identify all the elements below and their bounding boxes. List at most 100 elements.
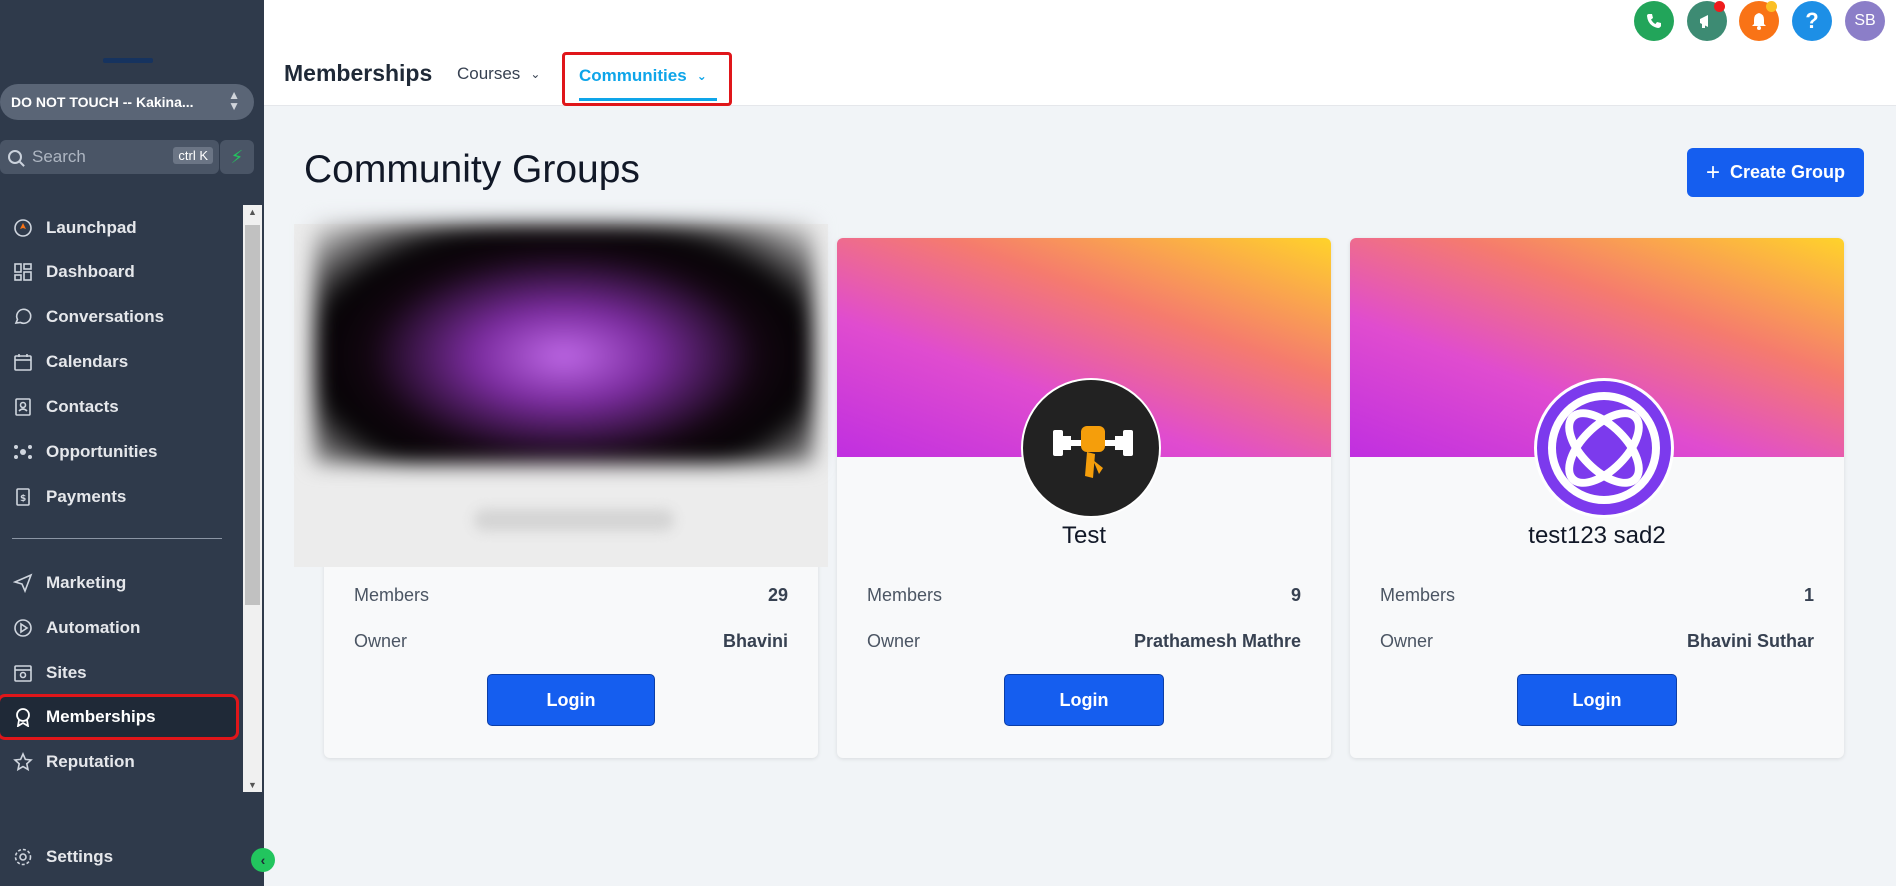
login-label: Login [1572,689,1622,710]
active-tab-indicator [579,98,717,101]
group-avatar [1534,378,1674,518]
create-group-button[interactable]: + Create Group [1687,148,1864,197]
members-label: Members [354,585,430,605]
sidebar-item-automation[interactable]: Automation [0,608,238,648]
sidebar-item-marketing[interactable]: Marketing [0,563,238,603]
sidebar: DO NOT TOUCH -- Kakina... ▲ ▼ Search ctrl… [0,0,275,886]
sidebar-item-sites[interactable]: Sites [0,653,238,693]
dumbbell-fist-icon [1053,426,1133,478]
orbit-logo-icon [1548,392,1660,504]
sidebar-item-label: Launchpad [46,218,137,237]
bell-icon[interactable] [1739,1,1779,41]
community-card: Test Members 9 Owner Prathamesh Mathre L… [837,238,1331,758]
members-row: Members 29 [354,585,788,606]
tab-courses[interactable]: Courses ⌄ [457,64,540,84]
search-input[interactable]: Search ctrl K [0,140,219,174]
scroll-up-icon[interactable]: ▲ [248,207,257,217]
page-section-title: Memberships [284,60,433,86]
tab-label: Communities [579,66,687,85]
scrollbar-thumb[interactable] [245,225,260,605]
group-avatar [1021,378,1161,518]
avatar[interactable]: SB [1845,1,1885,41]
opportunities-icon [12,441,34,463]
chat-icon [12,306,34,328]
sidebar-item-dashboard[interactable]: Dashboard [0,252,238,292]
owner-label: Owner [867,631,921,651]
lightning-icon[interactable]: ⚡ [220,140,254,174]
notification-dot [1766,1,1777,12]
members-row: Members 9 [867,585,1301,606]
sidebar-item-memberships[interactable]: Memberships [0,694,239,740]
owner-name: Prathamesh Mathre [1133,631,1301,651]
sidebar-item-settings[interactable]: Settings [0,837,238,877]
sidebar-item-label: Calendars [46,352,129,371]
logo [103,58,153,63]
automation-icon [12,617,34,639]
login-button[interactable]: Login [487,674,655,726]
community-card: Members 29 Owner Bhavini Login [294,224,828,758]
sidebar-divider [12,538,222,539]
account-name: DO NOT TOUCH -- Kakina... [11,94,194,110]
community-card: test123 sad2 Members 1 Owner Bhavini Sut… [1350,238,1844,758]
sidebar-item-contacts[interactable]: Contacts [0,387,238,427]
chevron-down-icon: ⌄ [530,67,541,81]
sidebar-item-payments[interactable]: $ Payments [0,477,238,517]
owner-name: Bhavini [722,631,788,651]
search-placeholder: Search [32,147,86,166]
sidebar-item-opportunities[interactable]: Opportunities [0,432,238,472]
blurred-banner [294,224,828,567]
sidebar-item-label: Reputation [46,752,135,771]
scroll-down-icon[interactable]: ▼ [248,780,257,790]
members-count: 9 [1290,585,1301,605]
sidebar-item-launchpad[interactable]: Launchpad [0,208,238,248]
tab-label: Courses [457,64,521,83]
grid-icon [12,261,34,283]
search-icon [8,150,22,164]
sidebar-item-reputation[interactable]: Reputation [0,742,238,782]
owner-label: Owner [1380,631,1434,651]
notification-dot [1714,1,1725,12]
members-count: 1 [1803,585,1814,605]
members-count: 29 [767,585,788,605]
members-label: Members [867,585,943,605]
contacts-icon [12,396,34,418]
sidebar-item-label: Memberships [46,707,156,726]
collapse-sidebar-icon[interactable]: ‹ [251,848,275,872]
rocket-icon [12,217,34,239]
sidebar-item-label: Marketing [46,573,127,592]
group-name: test123 sad2 [1528,522,1666,549]
sidebar-item-label: Payments [46,487,127,506]
badge-icon [12,706,34,728]
phone-icon[interactable] [1634,1,1674,41]
gear-icon [12,846,34,868]
sidebar-item-label: Dashboard [46,262,135,281]
blurred-name [474,509,674,531]
members-row: Members 1 [1380,585,1814,606]
help-icon[interactable]: ? [1792,1,1832,41]
sidebar-item-calendars[interactable]: Calendars [0,342,238,382]
blurred-image [314,224,814,464]
login-button[interactable]: Login [1004,674,1164,726]
sidebar-item-label: Automation [46,618,141,637]
plus-icon: + [1705,158,1720,186]
login-button[interactable]: Login [1517,674,1677,726]
sidebar-item-label: Settings [46,847,114,866]
payments-icon: $ [12,486,34,508]
login-label: Login [1059,689,1109,710]
sidebar-item-conversations[interactable]: Conversations [0,297,238,337]
send-icon [12,572,34,594]
account-switcher[interactable]: DO NOT TOUCH -- Kakina... ▲ ▼ [0,84,254,120]
group-name: Test [1061,522,1106,549]
updown-chevron-icon: ▲ ▼ [228,88,240,113]
owner-name: Bhavini Suthar [1686,631,1814,651]
sidebar-item-label: Opportunities [46,442,158,461]
sidebar-scrollbar[interactable]: ▲ ▼ [243,205,262,792]
chevron-down-icon: ⌄ [696,69,707,83]
megaphone-icon[interactable] [1687,1,1727,41]
sidebar-item-label: Sites [46,663,87,682]
members-label: Members [1380,585,1456,605]
create-group-label: Create Group [1729,162,1846,182]
owner-row: Owner Bhavini [354,631,788,652]
calendar-icon [12,351,34,373]
tab-communities[interactable]: Communities ⌄ [562,52,732,106]
